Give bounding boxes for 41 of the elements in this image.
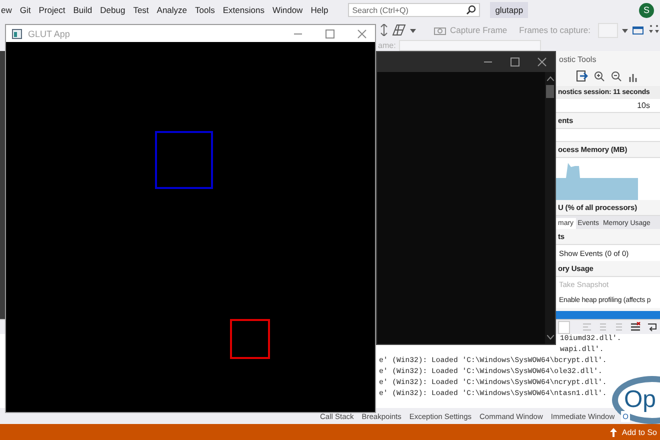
solution-name[interactable]: glutapp xyxy=(490,2,528,18)
maximize-icon[interactable] xyxy=(510,57,520,67)
up-caret-icon[interactable] xyxy=(546,76,554,81)
clear-all-icon[interactable] xyxy=(630,322,641,332)
up-arrow-icon[interactable] xyxy=(610,428,617,436)
zoom-in-icon[interactable] xyxy=(594,70,605,82)
export-icon[interactable] xyxy=(576,70,588,82)
window-title: GLUT App xyxy=(28,28,70,38)
timeline-label: 10s xyxy=(637,101,650,110)
logo-text: Op xyxy=(624,386,656,414)
scroll-thumb[interactable] xyxy=(546,85,554,98)
field-label: ame: xyxy=(378,41,396,50)
window-icon[interactable] xyxy=(632,25,644,35)
menu-item[interactable]: ew xyxy=(1,5,12,15)
word-wrap-icon[interactable] xyxy=(647,322,658,332)
avatar[interactable]: S xyxy=(639,2,654,18)
menu-item[interactable]: Build xyxy=(73,5,92,15)
maximize-icon[interactable] xyxy=(325,28,335,38)
down-caret-icon[interactable] xyxy=(546,335,554,340)
menu-item[interactable]: Debug xyxy=(100,5,126,15)
menu-item[interactable]: Analyze xyxy=(156,5,188,15)
menu-item[interactable]: Help xyxy=(310,5,328,15)
search-icon[interactable] xyxy=(466,5,476,15)
search-field[interactable]: Search (Ctrl+Q) xyxy=(348,3,480,17)
menu-item[interactable]: Git xyxy=(20,5,31,15)
close-icon[interactable] xyxy=(537,57,547,67)
panel-title: ostic Tools xyxy=(558,54,598,66)
add-to-source-control-button[interactable]: Add to So xyxy=(610,428,657,436)
dropdown-field[interactable] xyxy=(398,40,541,51)
menu-item[interactable]: Extensions xyxy=(222,5,264,15)
grid-icon[interactable] xyxy=(392,24,406,36)
scrollbar[interactable] xyxy=(545,72,555,344)
app-icon[interactable] xyxy=(12,28,22,38)
arrows-icon[interactable] xyxy=(380,24,388,36)
frames-label: Frames to capture: xyxy=(519,25,591,35)
close-icon[interactable] xyxy=(357,28,367,38)
menu-item[interactable]: Project xyxy=(38,5,66,15)
menu-item[interactable]: Tools xyxy=(195,5,215,15)
menu-item[interactable]: Test xyxy=(133,5,149,15)
zoom-out-icon[interactable] xyxy=(611,70,622,82)
menu-item[interactable]: Window xyxy=(272,5,303,15)
